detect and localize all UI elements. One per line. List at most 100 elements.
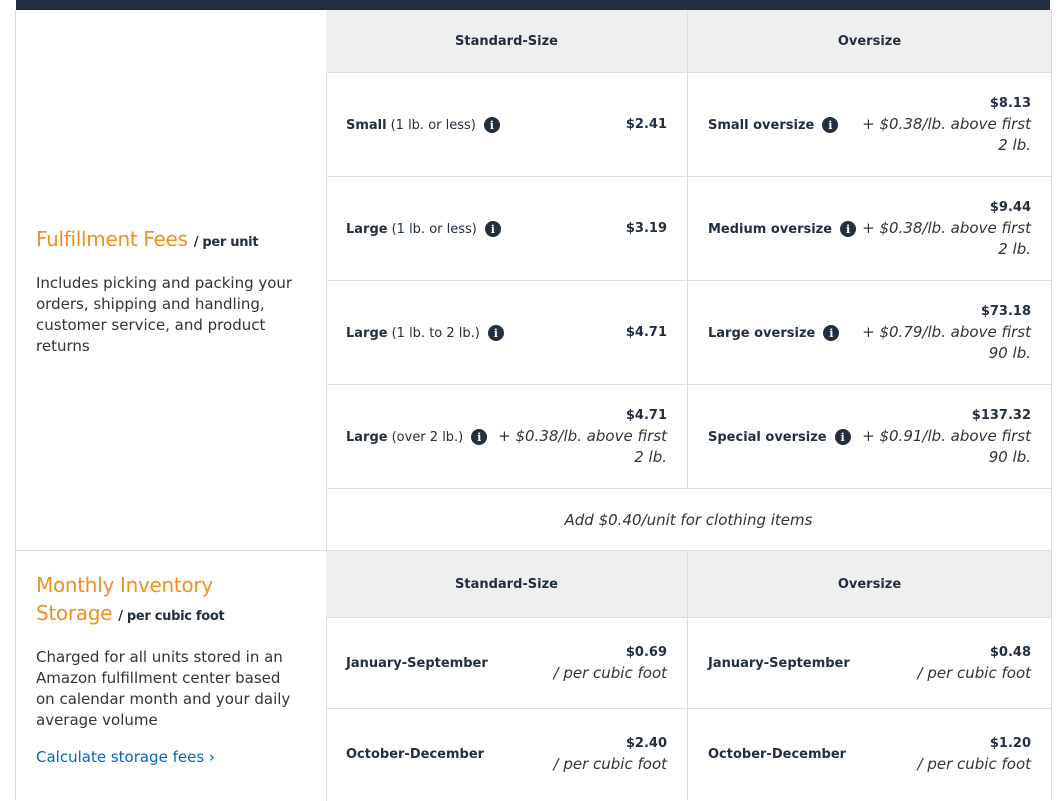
fulfillment-unit: / per unit [193, 235, 259, 250]
period-label: October-December [708, 709, 846, 800]
fee-price: $8.13 + $0.38/lb. above first 2 lb. [861, 73, 1031, 177]
fulfillment-header-row: Standard-Size Oversize [326, 10, 1051, 72]
period-name: January-September [708, 656, 850, 671]
info-icon[interactable]: i [840, 221, 857, 237]
storage-unit: / per cubic foot [917, 664, 1031, 682]
oversize-cell: Special oversize i $137.32 + $0.91/lb. abov… [688, 385, 1051, 489]
storage-header-row: Standard-Size Oversize [326, 551, 1051, 617]
fee-price: $73.18 + $0.79/lb. above first 90 lb. [861, 281, 1031, 385]
standard-size-cell: Large (over 2 lb.) i $4.71 + $0.38/lb. above… [326, 385, 688, 489]
fulfillment-fees-grid: Standard-Size Oversize Small (1 lb. or le… [326, 10, 1051, 550]
size-label: Large (1 lb. to 2 lb.) i [346, 281, 504, 385]
fee-amount: $8.13 [989, 96, 1031, 111]
oversize-label: Large oversize i [708, 281, 840, 385]
period-label: January-September [346, 618, 488, 709]
fee-price: $3.19 [626, 177, 667, 281]
oversize-name: Small oversize [708, 117, 815, 133]
fee-amount: $4.71 [625, 408, 667, 423]
storage-row: January-September $0.69/ per cubic foot Ja… [326, 617, 1051, 709]
oversize-name: Medium oversize [708, 221, 833, 237]
fee-surcharge: + $0.38/lb. above first 2 lb. [498, 427, 667, 466]
fee-surcharge: + $0.79/lb. above first 90 lb. [862, 323, 1031, 362]
info-icon[interactable]: i [471, 429, 488, 445]
size-name: Small [346, 117, 387, 133]
period-name: January-September [346, 656, 488, 671]
fee-surcharge: + $0.38/lb. above first 2 lb. [862, 219, 1031, 258]
pricing-table: Fulfillment Fees / per unit Includes pic… [15, 10, 1052, 801]
info-icon[interactable]: i [834, 429, 851, 445]
storage-unit: / per cubic foot [917, 755, 1031, 773]
oversize-cell: January-September $0.48 / per cubic foot [688, 618, 1051, 709]
fee-surcharge: + $0.38/lb. above first 2 lb. [862, 115, 1031, 154]
fee-surcharge: + $0.91/lb. above first 90 lb. [862, 427, 1031, 466]
calculate-storage-fees-link[interactable]: Calculate storage fees › [36, 747, 316, 767]
storage-unit: / per cubic foot [553, 755, 667, 773]
period-name: October-December [346, 747, 485, 762]
storage-amount: $2.40 [625, 736, 667, 751]
info-icon[interactable]: i [484, 221, 501, 237]
size-label: Small (1 lb. or less) i [346, 73, 500, 177]
size-weight: (1 lb. or less) [390, 117, 476, 133]
standard-size-cell: January-September $0.69 / per cubic foot [326, 618, 688, 709]
fee-amount: $2.41 [625, 117, 667, 132]
header-standard-size: Standard-Size [326, 551, 688, 617]
period-name: October-December [708, 747, 847, 762]
fee-amount: $9.44 [989, 200, 1031, 215]
fulfillment-description: Includes picking and packing your orders… [36, 274, 293, 355]
oversize-cell: Large oversize i $73.18 + $0.79/lb. above f… [688, 281, 1051, 385]
storage-amount: $0.48 [989, 645, 1031, 660]
fee-amount: $137.32 [971, 408, 1031, 423]
oversize-label: Special oversize i [708, 385, 851, 489]
size-name: Large [346, 429, 388, 445]
fee-price: $137.32 + $0.91/lb. above first 90 lb. [861, 385, 1031, 489]
storage-description: Charged for all units stored in an Amazo… [36, 648, 291, 729]
size-weight: (1 lb. to 2 lb.) [391, 325, 480, 341]
storage-price: $2.40 / per cubic foot [554, 709, 667, 800]
standard-size-cell: October-December $2.40 / per cubic foot [326, 709, 688, 800]
oversize-name: Special oversize [708, 429, 827, 445]
oversize-name: Large oversize [708, 325, 816, 341]
size-label: Large (1 lb. or less) i [346, 177, 501, 281]
storage-amount: $0.69 [625, 645, 667, 660]
fee-row: Small (1 lb. or less) i $2.41 Small oversize… [326, 72, 1051, 177]
storage-unit: / per cubic foot [118, 609, 225, 624]
info-icon[interactable]: i [822, 117, 839, 133]
storage-fees-grid: Standard-Size Oversize January-September… [326, 550, 1051, 801]
period-label: January-September [708, 618, 850, 709]
storage-price: $1.20 / per cubic foot [918, 709, 1031, 800]
period-label: October-December [346, 709, 484, 800]
size-name: Large [346, 325, 388, 341]
size-weight: (1 lb. or less) [391, 221, 477, 237]
fee-row: Large (over 2 lb.) i $4.71 + $0.38/lb. above… [326, 384, 1051, 489]
storage-unit: / per cubic foot [553, 664, 667, 682]
storage-amount: $1.20 [989, 736, 1031, 751]
storage-price: $0.48 / per cubic foot [918, 618, 1031, 709]
oversize-label: Small oversize i [708, 73, 839, 177]
fee-price: $4.71 + $0.38/lb. above first 2 lb. [497, 385, 667, 489]
storage-row: October-December $2.40/ per cubic foot Oct… [326, 708, 1051, 800]
fulfillment-fees-title: Fulfillment Fees / per unit [36, 227, 259, 251]
standard-size-cell: Small (1 lb. or less) i $2.41 [326, 73, 688, 177]
fee-price: $4.71 [626, 281, 667, 385]
header-standard-size: Standard-Size [326, 10, 688, 72]
info-icon[interactable]: i [487, 325, 504, 341]
fee-row: Large (1 lb. to 2 lb.) i $4.71 Large oversiz… [326, 280, 1051, 385]
fee-price: $2.41 [626, 73, 667, 177]
fee-amount: $3.19 [625, 221, 667, 236]
fee-row: Large (1 lb. or less) i $3.19 Medium oversiz… [326, 176, 1051, 281]
size-weight: (over 2 lb.) [391, 429, 464, 445]
oversize-cell: Small oversize i $8.13 + $0.38/lb. above fi… [688, 73, 1051, 177]
info-icon[interactable]: i [483, 117, 500, 133]
fulfillment-fees-panel: Fulfillment Fees / per unit Includes pic… [16, 10, 327, 550]
size-label: Large (over 2 lb.) i [346, 385, 488, 489]
oversize-cell: October-December $1.20 / per cubic foot [688, 709, 1051, 800]
size-name: Large [346, 221, 388, 237]
info-icon[interactable]: i [823, 325, 840, 341]
fee-amount: $4.71 [625, 325, 667, 340]
fee-amount: $73.18 [980, 304, 1031, 319]
storage-title: Monthly Inventory Storage / per cubic fo… [36, 573, 225, 625]
clothing-note: Add $0.40/unit for clothing items [326, 488, 1051, 551]
oversize-cell: Medium oversize i $9.44 + $0.38/lb. above f… [688, 177, 1051, 281]
fee-price: $9.44 + $0.38/lb. above first 2 lb. [861, 177, 1031, 281]
monthly-storage-panel: Monthly Inventory Storage / per cubic fo… [16, 550, 327, 801]
